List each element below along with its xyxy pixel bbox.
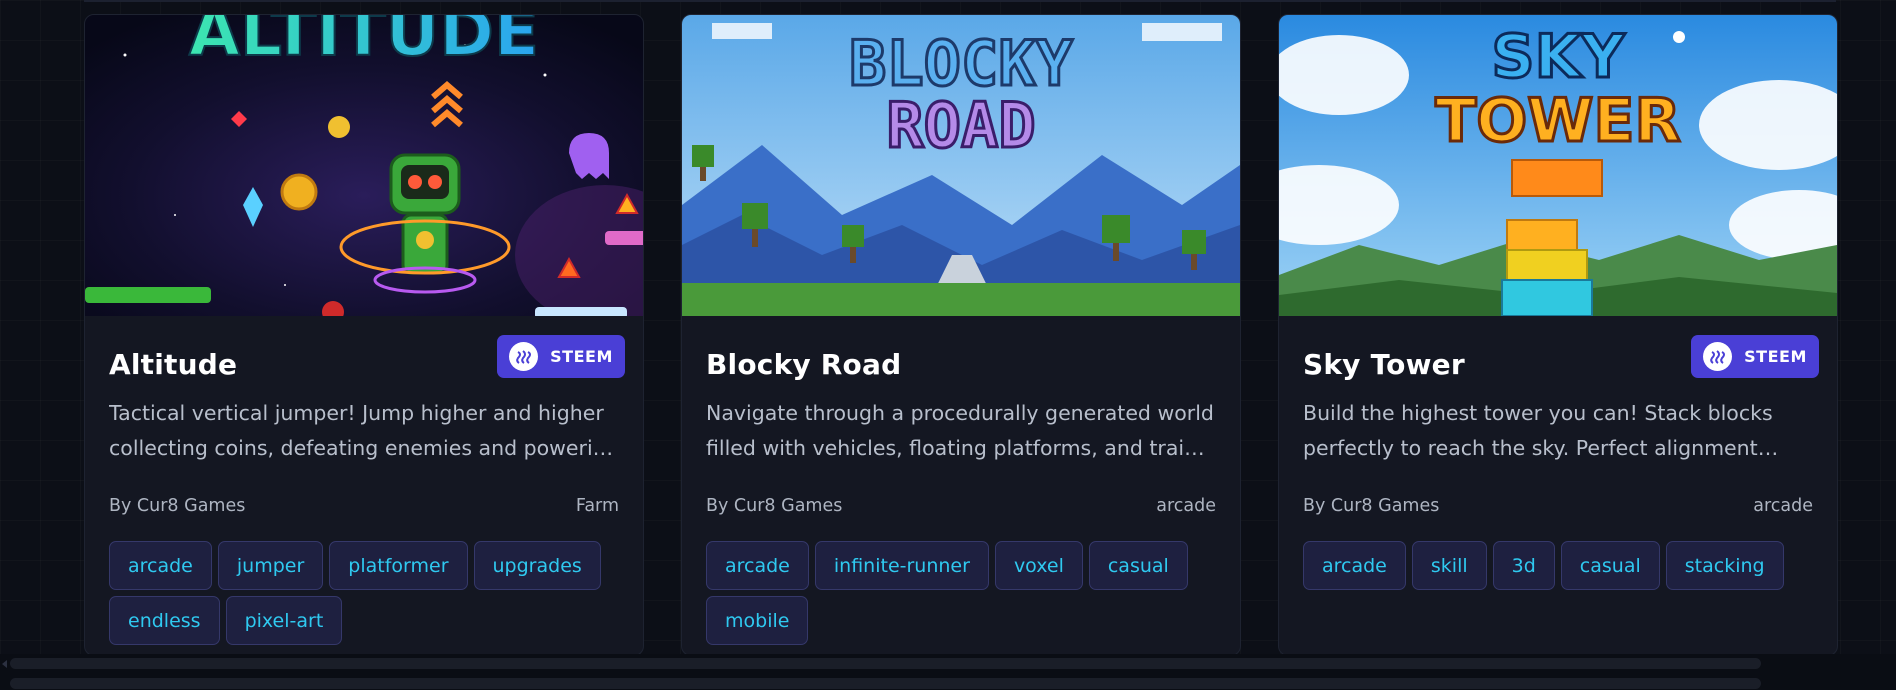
scrollbar-thumb[interactable] <box>10 658 1761 669</box>
card-meta: By Cur8 Games arcade <box>1303 496 1813 516</box>
card-description: Navigate through a procedurally generate… <box>706 401 1215 460</box>
game-card-sky-tower[interactable]: SKY TOWER Sky Tower STEEM Build the high… <box>1278 14 1838 656</box>
tag-list: arcade infinite-runner voxel casual mobi… <box>706 541 1226 645</box>
tag-chip[interactable]: mobile <box>706 596 809 645</box>
road-logo-text: ROAD <box>886 89 1035 162</box>
card-description: Build the highest tower you can! Stack b… <box>1303 401 1773 460</box>
game-card-grid: ALTITUDE Altitude STEEM Tactical vertica… <box>84 14 1838 656</box>
tag-chip[interactable]: skill <box>1411 541 1487 590</box>
tag-chip[interactable]: pixel-art <box>225 596 343 645</box>
steem-badge: STEEM <box>497 335 625 378</box>
scrollbar-track[interactable] <box>10 678 1761 689</box>
steem-logo-icon <box>509 342 539 371</box>
tower-logo-text: TOWER <box>1435 86 1680 156</box>
card-author: By Cur8 Games <box>706 496 843 516</box>
tag-chip[interactable]: infinite-runner <box>814 541 989 590</box>
tag-chip[interactable]: endless <box>109 596 220 645</box>
tag-chip[interactable]: 3d <box>1492 541 1555 590</box>
tag-chip[interactable]: arcade <box>109 541 212 590</box>
card-author: By Cur8 Games <box>1303 496 1440 516</box>
steem-logo-icon <box>1703 342 1733 371</box>
scroll-left-arrow-icon[interactable] <box>2 660 7 668</box>
tag-chip[interactable]: stacking <box>1665 541 1784 590</box>
game-card-altitude[interactable]: ALTITUDE Altitude STEEM Tactical vertica… <box>84 14 644 656</box>
game-card-blocky-road[interactable]: BLOCKY ROAD Blocky Road Navigate through… <box>681 14 1241 656</box>
card-category: Farm <box>575 496 619 516</box>
sky-logo-text: SKY <box>1491 22 1626 92</box>
tag-list: arcade skill 3d casual stacking <box>1303 541 1823 590</box>
tag-chip[interactable]: arcade <box>706 541 809 590</box>
card-author: By Cur8 Games <box>109 496 246 516</box>
card-title[interactable]: Blocky Road <box>706 348 901 381</box>
steem-badge: STEEM <box>1691 335 1819 378</box>
steem-badge-label: STEEM <box>550 347 613 366</box>
card-category: arcade <box>1753 496 1813 516</box>
sky-tower-thumbnail[interactable]: SKY TOWER <box>1279 15 1837 316</box>
altitude-logo-text: ALTITUDE <box>189 15 539 71</box>
horizontal-scrollbar[interactable] <box>0 654 1896 690</box>
tag-chip[interactable]: casual <box>1088 541 1188 590</box>
steem-badge-label: STEEM <box>1744 347 1807 366</box>
card-title[interactable]: Altitude <box>109 348 237 381</box>
tag-chip[interactable]: upgrades <box>473 541 601 590</box>
card-meta: By Cur8 Games Farm <box>109 496 619 516</box>
card-title[interactable]: Sky Tower <box>1303 348 1465 381</box>
tag-chip[interactable]: casual <box>1560 541 1660 590</box>
top-divider <box>84 0 1836 2</box>
tag-chip[interactable]: platformer <box>329 541 468 590</box>
card-meta: By Cur8 Games arcade <box>706 496 1216 516</box>
tag-chip[interactable]: voxel <box>994 541 1083 590</box>
altitude-thumbnail[interactable]: ALTITUDE <box>85 15 643 316</box>
blocky-road-thumbnail[interactable]: BLOCKY ROAD <box>682 15 1240 316</box>
tag-chip[interactable]: jumper <box>217 541 324 590</box>
card-description: Tactical vertical jumper! Jump higher an… <box>109 401 619 460</box>
tag-chip[interactable]: arcade <box>1303 541 1406 590</box>
tag-list: arcade jumper platformer upgrades endles… <box>109 541 629 645</box>
card-category: arcade <box>1156 496 1216 516</box>
